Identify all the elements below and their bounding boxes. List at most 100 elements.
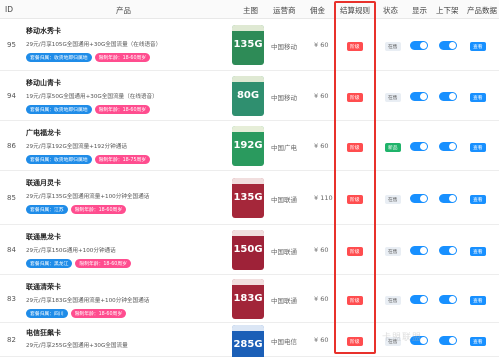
table-row: 86 广电福龙卡 29元/月享192G全国流量+192分钟通话 套餐归属：收货地…	[0, 121, 499, 171]
view-button[interactable]: 查看	[470, 93, 486, 102]
shelf-toggle[interactable]	[439, 92, 457, 101]
age-limit-tag: 限制年龄：18-75周岁	[94, 155, 151, 164]
age-limit-tag: 限制年龄：18-60周岁	[94, 105, 151, 114]
status-badge: 在售	[385, 195, 401, 204]
display-toggle[interactable]	[410, 41, 428, 50]
thumbnail-strip	[232, 279, 264, 285]
table-row: 83 联通清荣卡 29元/月享183G全国通用流量+100分钟全国通话 套餐归属…	[0, 275, 499, 323]
header-shelf[interactable]: 上下架	[436, 5, 459, 16]
status-badge: 在售	[385, 93, 401, 102]
thumbnail-data-amount: 183G	[233, 293, 263, 304]
header-settle-rule[interactable]: 结算规则	[340, 5, 370, 16]
product-thumbnail[interactable]: 135G	[232, 25, 264, 65]
commission-price: ¥ 60	[314, 295, 329, 303]
header-operator[interactable]: 运营商	[273, 5, 296, 16]
product-tags: 套餐归属：收货地即归属地 限制年龄：18-75周岁	[26, 155, 151, 164]
commission-price: ¥ 60	[314, 336, 329, 344]
status-badge: 在售	[385, 42, 401, 51]
row-id: 86	[7, 142, 16, 150]
product-thumbnail[interactable]: 183G	[232, 279, 264, 319]
table-row: 95 移动水秀卡 29元/月享105G全国通用+30G全国流量（在线语音） 套餐…	[0, 19, 499, 71]
status-badge: 在售	[385, 296, 401, 305]
thumbnail-strip	[232, 325, 264, 331]
table-row: 94 移动山青卡 19元/月享50G全国通用+30G全国流量（在线语音） 套餐归…	[0, 71, 499, 121]
product-thumbnail[interactable]: 192G	[232, 126, 264, 166]
display-toggle[interactable]	[410, 194, 428, 203]
operator-name: 中国联通	[271, 196, 297, 204]
product-desc: 29元/月享105G全国通用+30G全国流量（在线语音）	[26, 42, 162, 48]
settle-rule-badge[interactable]: 阶级	[347, 143, 363, 152]
product-desc: 29元/月享255G全国通用+30G全国流量	[26, 343, 128, 349]
product-name[interactable]: 联通黑龙卡	[26, 232, 61, 242]
product-thumbnail[interactable]: 80G	[232, 76, 264, 116]
shelf-toggle[interactable]	[439, 336, 457, 345]
header-commission[interactable]: 佣金	[310, 5, 325, 16]
row-id: 82	[7, 336, 16, 344]
product-name[interactable]: 联通月灵卡	[26, 178, 61, 188]
thumbnail-strip	[232, 230, 264, 236]
settle-rule-badge[interactable]: 阶级	[347, 93, 363, 102]
product-name[interactable]: 广电福龙卡	[26, 128, 61, 138]
view-button[interactable]: 查看	[470, 337, 486, 346]
region-tag: 套餐归属：江苏	[26, 205, 68, 214]
header-main-image[interactable]: 主图	[243, 5, 258, 16]
commission-price: ¥ 60	[314, 41, 329, 49]
shelf-toggle[interactable]	[439, 246, 457, 255]
settle-rule-badge[interactable]: 阶级	[347, 247, 363, 256]
thumbnail-data-amount: 285G	[233, 339, 263, 350]
view-button[interactable]: 查看	[470, 247, 486, 256]
display-toggle[interactable]	[410, 142, 428, 151]
table-header: ID 产品 主图 运营商 佣金 结算规则 状态 显示 上下架 产品数据	[0, 0, 499, 19]
display-toggle[interactable]	[410, 246, 428, 255]
shelf-toggle[interactable]	[439, 194, 457, 203]
region-tag: 套餐归属：收货地即归属地	[26, 155, 92, 164]
operator-name: 中国联通	[271, 297, 297, 305]
thumbnail-strip	[232, 126, 264, 132]
status-badge: 在售	[385, 247, 401, 256]
product-thumbnail[interactable]: 135G	[232, 178, 264, 218]
display-toggle[interactable]	[410, 295, 428, 304]
view-button[interactable]: 查看	[470, 42, 486, 51]
settle-rule-badge[interactable]: 阶级	[347, 42, 363, 51]
shelf-toggle[interactable]	[439, 295, 457, 304]
settle-rule-badge[interactable]: 阶级	[347, 296, 363, 305]
row-id: 95	[7, 41, 16, 49]
product-thumbnail[interactable]: 285G	[232, 325, 264, 357]
header-product[interactable]: 产品	[116, 5, 131, 16]
age-limit-tag: 限制年龄：18-60周岁	[70, 309, 127, 318]
view-button[interactable]: 查看	[470, 143, 486, 152]
product-desc: 29元/月享183G全国通用流量+100分钟全国通话	[26, 298, 150, 304]
display-toggle[interactable]	[410, 92, 428, 101]
shelf-toggle[interactable]	[439, 142, 457, 151]
header-id[interactable]: ID	[5, 5, 13, 14]
product-desc: 19元/月享50G全国通用+30G全国流量（在线语音）	[26, 94, 158, 100]
table-row: 84 联通黑龙卡 29元/月享150G通用+100分钟通话 套餐归属：黑龙江 限制…	[0, 225, 499, 275]
region-tag: 套餐归属：四川	[26, 309, 68, 318]
product-tags: 套餐归属：黑龙江 限制年龄：18-60周岁	[26, 259, 131, 268]
commission-price: ¥ 60	[314, 246, 329, 254]
age-limit-tag: 限制年龄：18-60周岁	[75, 259, 131, 268]
shelf-toggle[interactable]	[439, 41, 457, 50]
view-button[interactable]: 查看	[470, 195, 486, 204]
product-thumbnail[interactable]: 150G	[232, 230, 264, 270]
product-name[interactable]: 电信狂飙卡	[26, 328, 61, 338]
header-detail[interactable]: 产品数据	[467, 5, 497, 16]
view-button[interactable]: 查看	[470, 296, 486, 305]
thumbnail-data-amount: 80G	[236, 90, 260, 101]
settle-rule-badge[interactable]: 阶级	[347, 337, 363, 346]
product-name[interactable]: 移动水秀卡	[26, 26, 61, 36]
region-tag: 套餐归属：收货地即归属地	[26, 53, 92, 62]
header-status[interactable]: 状态	[383, 5, 398, 16]
settle-rule-badge[interactable]: 阶级	[347, 195, 363, 204]
watermark: 卡盟联盟	[382, 333, 423, 343]
product-name[interactable]: 移动山青卡	[26, 78, 61, 88]
row-id: 85	[7, 194, 16, 202]
product-tags: 套餐归属：四川 限制年龄：18-60周岁	[26, 309, 127, 318]
product-desc: 29元/月享135G全国通用流量+100分钟全国通话	[26, 194, 150, 200]
thumbnail-strip	[232, 178, 264, 184]
operator-name: 中国广电	[271, 144, 297, 152]
product-desc: 29元/月享150G通用+100分钟通话	[26, 248, 116, 254]
header-display[interactable]: 显示	[412, 5, 427, 16]
product-tags: 套餐归属：收货地即归属地 限制年龄：18-60周岁	[26, 105, 151, 114]
product-name[interactable]: 联通清荣卡	[26, 282, 61, 292]
